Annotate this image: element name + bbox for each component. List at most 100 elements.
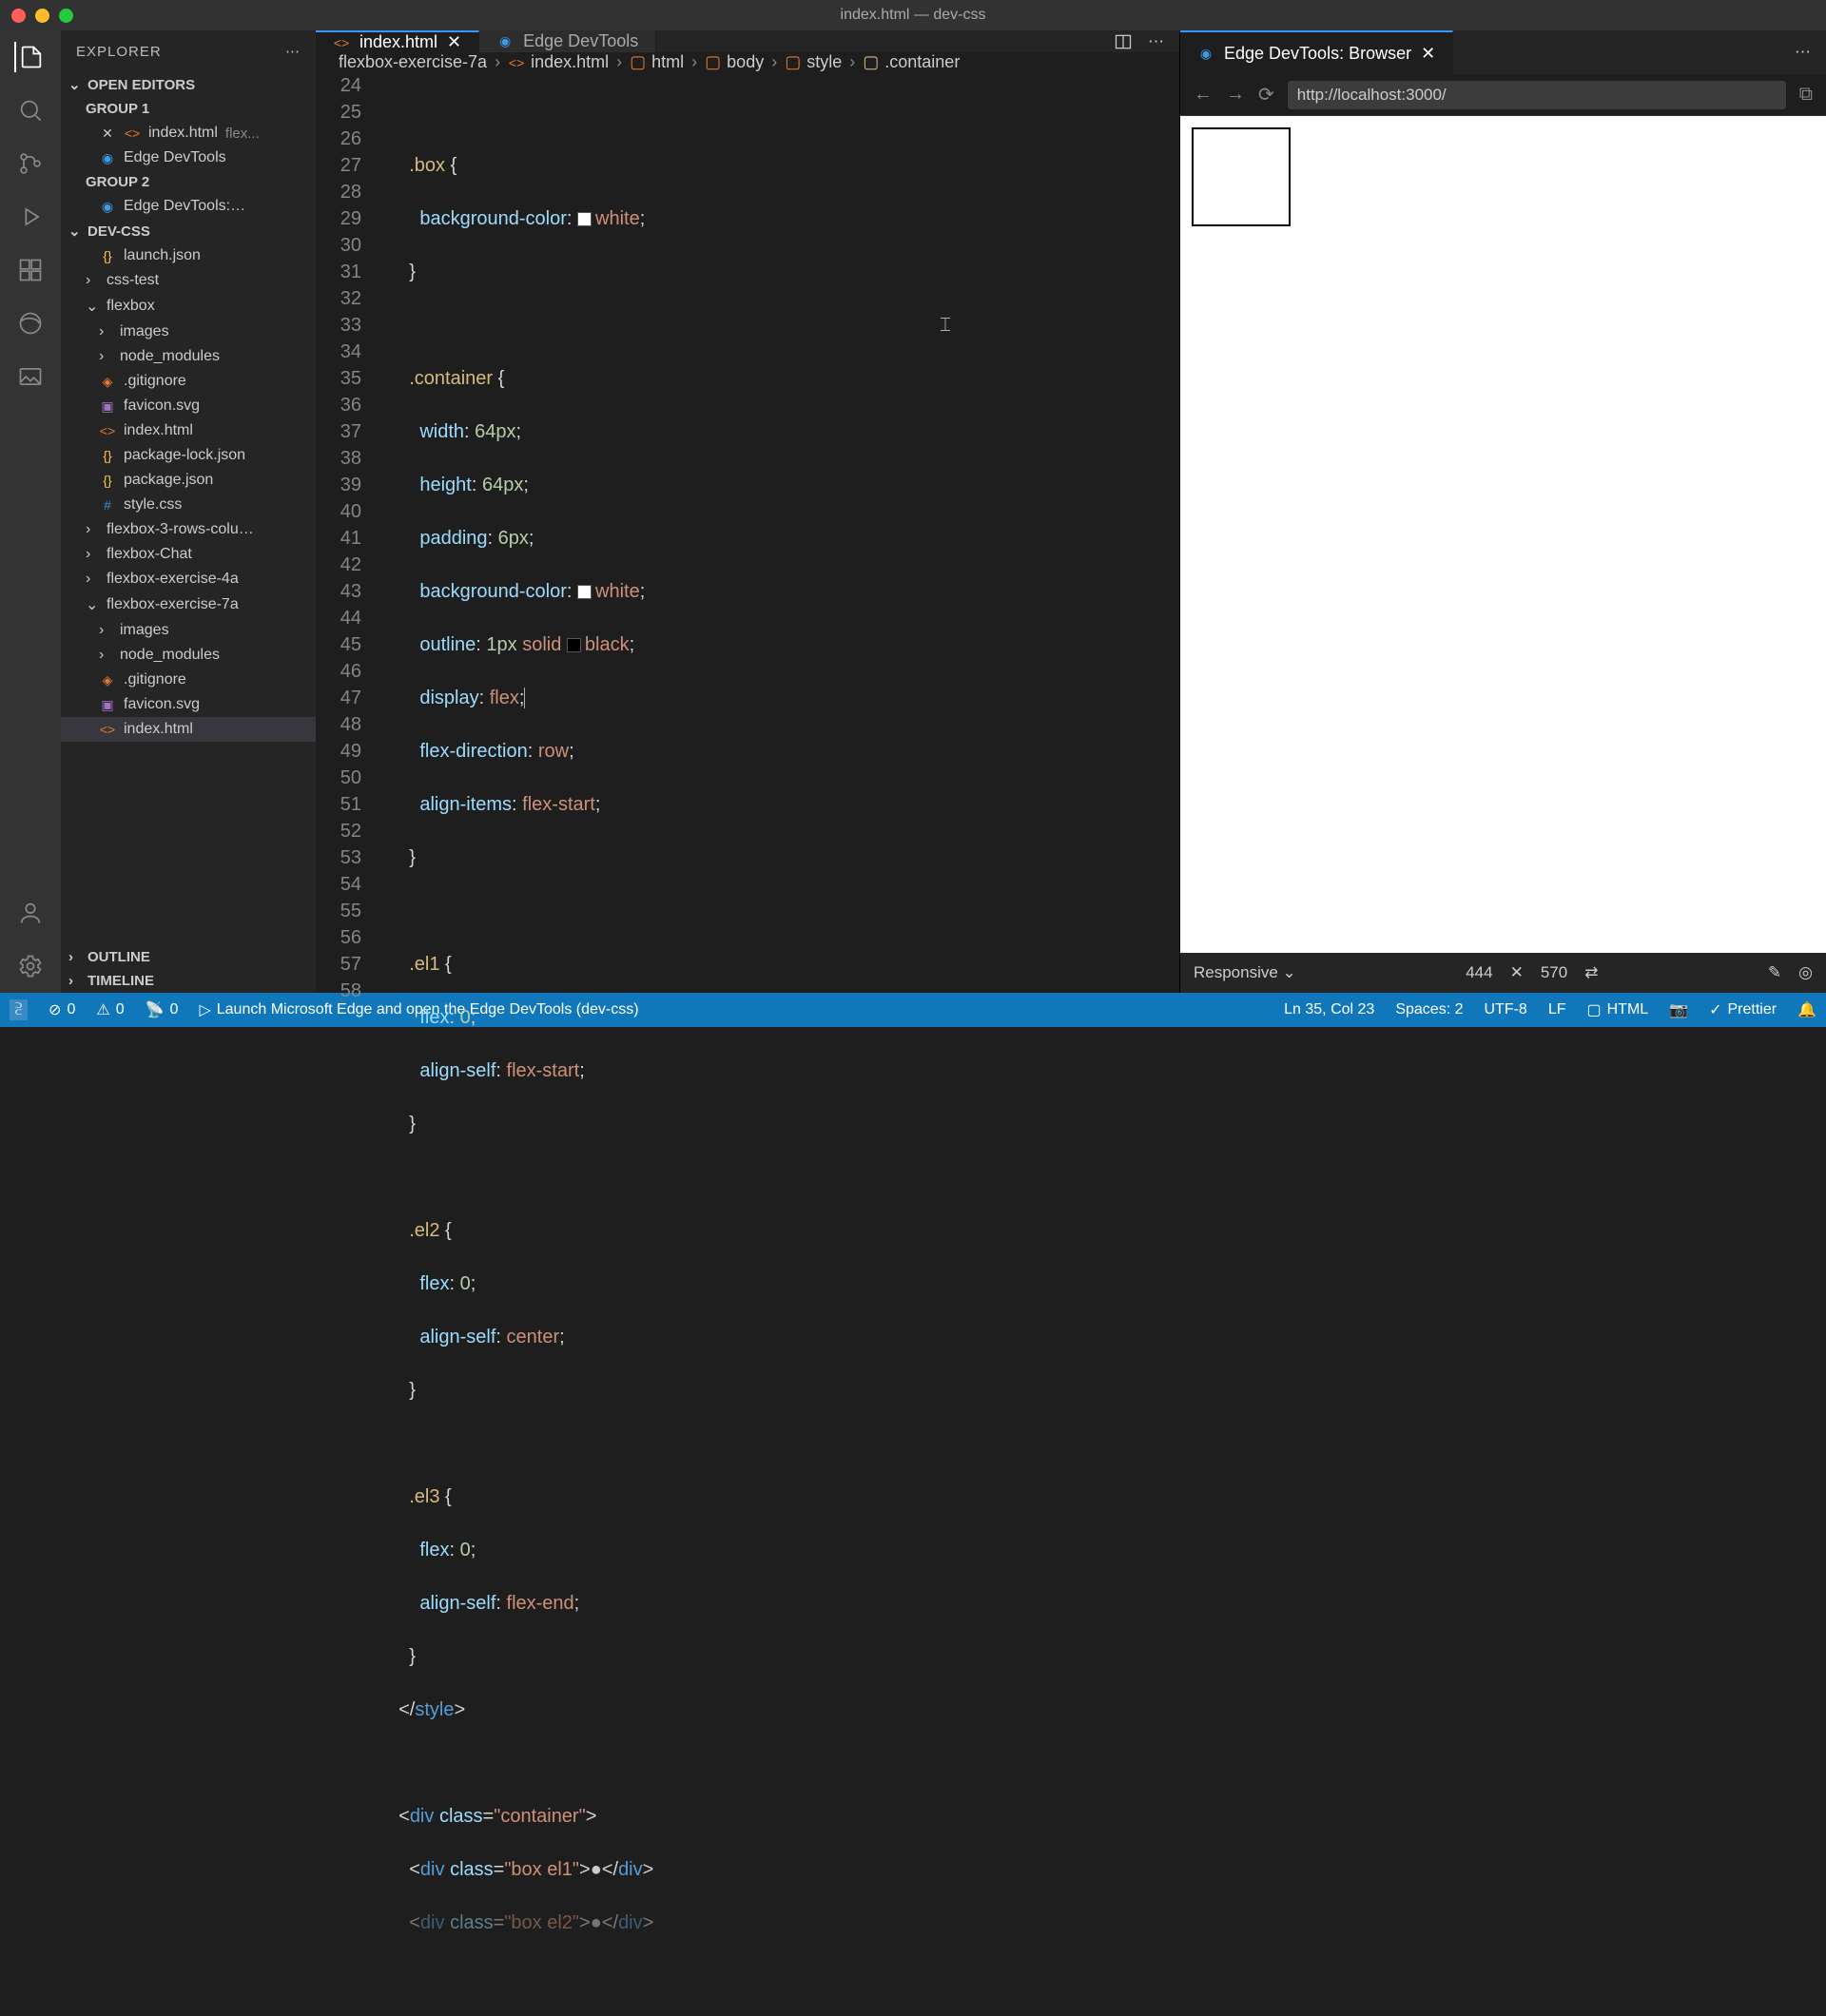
file-gitignore-2[interactable]: ◈.gitignore bbox=[61, 668, 316, 692]
more-actions-icon[interactable]: ⋯ bbox=[1795, 43, 1811, 62]
css-file-icon: # bbox=[99, 496, 116, 514]
folder-node-modules[interactable]: ›node_modules bbox=[61, 344, 316, 369]
status-ports[interactable]: 📡 0 bbox=[146, 1000, 179, 1019]
folder-node-modules-2[interactable]: ›node_modules bbox=[61, 643, 316, 668]
html-file-icon: <> bbox=[99, 422, 116, 439]
edge-icon: ◉ bbox=[99, 198, 116, 215]
target-icon[interactable]: ◎ bbox=[1798, 963, 1813, 982]
tab-index-html[interactable]: <> index.html ✕ bbox=[316, 30, 479, 52]
html-file-icon: <> bbox=[124, 125, 141, 142]
activity-bar bbox=[0, 30, 61, 993]
status-eol[interactable]: LF bbox=[1548, 1001, 1566, 1018]
folder-flexbox-7a[interactable]: ⌄flexbox-exercise-7a bbox=[61, 591, 316, 618]
explorer-icon[interactable] bbox=[14, 42, 45, 72]
open-editor-index[interactable]: ✕ <> index.html flex... bbox=[61, 121, 316, 145]
file-gitignore[interactable]: ◈.gitignore bbox=[61, 369, 316, 394]
edge-icon: ◉ bbox=[496, 33, 514, 50]
split-editor-icon[interactable] bbox=[1114, 32, 1133, 51]
editor-area: <> index.html ✕ ◉ Edge DevTools ⋯ flexbo… bbox=[316, 30, 1179, 993]
breadcrumb-file: <>index.html bbox=[508, 52, 609, 72]
edge-tools-icon[interactable] bbox=[15, 308, 46, 339]
status-warnings[interactable]: ⚠ 0 bbox=[96, 1000, 124, 1019]
debug-icon[interactable] bbox=[15, 202, 46, 232]
close-window[interactable] bbox=[11, 9, 26, 23]
close-dims-icon[interactable]: ✕ bbox=[1510, 963, 1524, 982]
explorer-title: EXPLORER bbox=[76, 44, 162, 60]
responsive-toggle[interactable]: Responsive ⌄ bbox=[1194, 963, 1296, 982]
highlight-icon[interactable]: ✎ bbox=[1768, 963, 1781, 982]
search-icon[interactable] bbox=[15, 95, 46, 126]
viewport-width[interactable]: 444 bbox=[1466, 963, 1492, 982]
status-bell-icon[interactable]: 🔔 bbox=[1797, 1000, 1816, 1019]
source-control-icon[interactable] bbox=[15, 148, 46, 179]
status-errors[interactable]: ⊘ 0 bbox=[49, 1000, 75, 1019]
outline-section[interactable]: ›OUTLINE bbox=[61, 945, 316, 969]
tab-edge-browser[interactable]: ◉ Edge DevTools: Browser ✕ bbox=[1180, 30, 1453, 74]
folder-flexbox[interactable]: ⌄flexbox bbox=[61, 293, 316, 320]
preview-container bbox=[1194, 129, 1289, 224]
file-favicon[interactable]: ▣favicon.svg bbox=[61, 394, 316, 418]
file-favicon-2[interactable]: ▣favicon.svg bbox=[61, 692, 316, 717]
back-icon[interactable]: ← bbox=[1194, 84, 1213, 106]
close-tab-icon[interactable]: ✕ bbox=[1421, 44, 1435, 64]
file-style-css[interactable]: #style.css bbox=[61, 493, 316, 517]
maximize-window[interactable] bbox=[59, 9, 73, 23]
folder-css-test[interactable]: ›css-test bbox=[61, 268, 316, 293]
image-preview-icon[interactable] bbox=[15, 361, 46, 392]
svg-file-icon: ▣ bbox=[99, 696, 116, 713]
edge-icon: ◉ bbox=[99, 149, 116, 166]
inspect-icon[interactable]: ⧉ bbox=[1799, 84, 1813, 106]
breadcrumb[interactable]: flexbox-exercise-7a› <>index.html› ▢html… bbox=[316, 52, 1179, 72]
minimize-window[interactable] bbox=[35, 9, 49, 23]
file-package-lock[interactable]: {}package-lock.json bbox=[61, 443, 316, 468]
viewport-height[interactable]: 570 bbox=[1541, 963, 1567, 982]
editor-tabs: <> index.html ✕ ◉ Edge DevTools ⋯ bbox=[316, 30, 1179, 52]
folder-flexbox-4a[interactable]: ›flexbox-exercise-4a bbox=[61, 567, 316, 591]
account-icon[interactable] bbox=[15, 898, 46, 928]
code-body[interactable]: .box { background-color: white; } .conta… bbox=[388, 72, 1179, 2016]
html-file-icon: <> bbox=[333, 34, 350, 51]
folder-flexbox-3[interactable]: ›flexbox-3-rows-colu… bbox=[61, 517, 316, 542]
file-launch-json[interactable]: {}launch.json bbox=[61, 243, 316, 268]
file-index-html-2[interactable]: <>index.html bbox=[61, 717, 316, 742]
window-title: index.html — dev-css bbox=[841, 7, 986, 24]
json-file-icon: {} bbox=[99, 447, 116, 464]
folder-images-2[interactable]: ›images bbox=[61, 618, 316, 643]
rotate-icon[interactable]: ⇄ bbox=[1584, 963, 1598, 982]
folder-flexbox-chat[interactable]: ›flexbox-Chat bbox=[61, 542, 316, 567]
settings-icon[interactable] bbox=[15, 951, 46, 981]
close-tab-icon[interactable]: ✕ bbox=[447, 32, 461, 52]
open-editor-edge-browser[interactable]: ◉ Edge DevTools:… bbox=[61, 194, 316, 219]
tab-edge-devtools[interactable]: ◉ Edge DevTools bbox=[479, 30, 656, 52]
open-editor-edge[interactable]: ◉ Edge DevTools bbox=[61, 145, 316, 170]
status-spaces[interactable]: Spaces: 2 bbox=[1395, 1001, 1463, 1018]
forward-icon[interactable]: → bbox=[1226, 84, 1245, 106]
reload-icon[interactable]: ⟳ bbox=[1258, 83, 1274, 107]
file-index-html[interactable]: <>index.html bbox=[61, 418, 316, 443]
breadcrumb-style: ▢style bbox=[785, 52, 842, 72]
status-lncol[interactable]: Ln 35, Col 23 bbox=[1284, 1001, 1374, 1018]
gitignore-icon: ◈ bbox=[99, 671, 116, 688]
titlebar: index.html — dev-css bbox=[0, 0, 1826, 30]
status-language[interactable]: ▢ HTML bbox=[1586, 1000, 1648, 1019]
timeline-section[interactable]: ›TIMELINE bbox=[61, 969, 316, 993]
status-prettier[interactable]: ✓ Prettier bbox=[1709, 1000, 1777, 1019]
more-actions-icon[interactable]: ⋯ bbox=[1148, 32, 1164, 51]
url-input[interactable] bbox=[1288, 81, 1786, 109]
workspace-section[interactable]: ⌄DEV-CSS bbox=[61, 219, 316, 243]
group-1-label: GROUP 1 bbox=[61, 97, 316, 121]
code-editor[interactable]: 2425262728293031323334353637383940414243… bbox=[316, 72, 1179, 2016]
open-editors-section[interactable]: ⌄OPEN EDITORS bbox=[61, 72, 316, 97]
browser-preview[interactable] bbox=[1180, 116, 1826, 953]
status-encoding[interactable]: UTF-8 bbox=[1484, 1001, 1526, 1018]
close-icon[interactable]: ✕ bbox=[99, 125, 116, 142]
file-package[interactable]: {}package.json bbox=[61, 468, 316, 493]
extensions-icon[interactable] bbox=[15, 255, 46, 285]
breadcrumb-folder: flexbox-exercise-7a bbox=[339, 52, 487, 72]
text-cursor-icon: ⌶ bbox=[940, 312, 951, 339]
status-screencast-icon[interactable]: 📷 bbox=[1669, 1000, 1688, 1019]
remote-icon[interactable]: ⫔ bbox=[10, 999, 28, 1020]
folder-images[interactable]: ›images bbox=[61, 320, 316, 344]
explorer-more-icon[interactable]: ⋯ bbox=[285, 43, 301, 60]
breadcrumb-container: ▢.container bbox=[863, 52, 960, 72]
